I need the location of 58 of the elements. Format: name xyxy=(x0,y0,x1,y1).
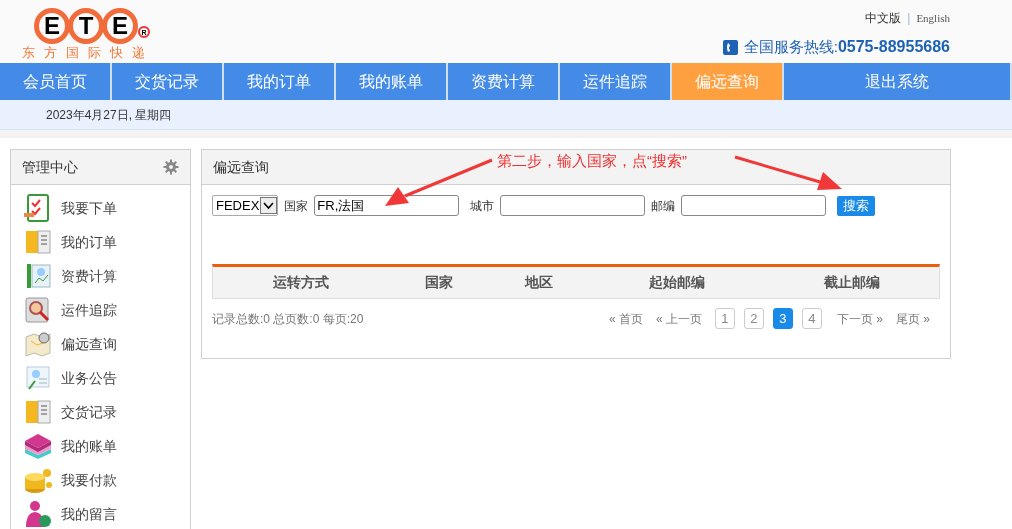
column-header: 运转方式 xyxy=(272,273,330,292)
carrier-select[interactable]: FEDEX xyxy=(212,195,279,216)
first-page-link[interactable]: « 首页 xyxy=(608,309,643,328)
annotation-text: 第二步，输入国家，点“搜索” xyxy=(497,151,687,171)
city-label: 城市 xyxy=(470,197,495,215)
logo-tagline-char: 东 xyxy=(22,46,35,59)
previous-page-link[interactable]: « 上一页 xyxy=(655,309,702,328)
sidebar-item[interactable]: 我要付款 xyxy=(23,465,190,495)
language-link[interactable]: English xyxy=(916,9,950,27)
sidebar-item[interactable]: 偏远查询 xyxy=(23,329,190,359)
country-field[interactable]: FR,法国 xyxy=(314,195,460,216)
book-icon xyxy=(23,397,53,427)
logo-letter: E xyxy=(34,8,70,44)
last-page-link[interactable]: 尾页 » xyxy=(896,309,930,328)
country-label: 国家 xyxy=(284,197,309,215)
page-button[interactable]: 2 xyxy=(743,308,764,329)
sidebar-item[interactable]: 我要下单 xyxy=(23,193,190,223)
zip-field[interactable] xyxy=(681,195,827,216)
page-button[interactable]: 1 xyxy=(714,308,735,329)
map-icon xyxy=(23,329,53,359)
book-icon xyxy=(23,227,53,257)
logo-tagline-char: 国 xyxy=(66,46,79,59)
language-link[interactable]: 中文版 xyxy=(865,9,902,27)
city-field[interactable] xyxy=(500,195,646,216)
zip-label: 邮编 xyxy=(651,197,676,215)
separator: | xyxy=(907,10,911,27)
sidebar-title: 管理中心 xyxy=(22,157,78,177)
logo-tagline-char: 快 xyxy=(110,46,123,59)
search-button[interactable]: 搜索 xyxy=(837,195,876,216)
sidebar-item[interactable]: 我的留言 xyxy=(23,499,190,529)
stack-icon xyxy=(23,431,53,461)
person-icon xyxy=(23,499,53,529)
panel-title: 偏远查询 xyxy=(213,157,269,177)
column-header: 起始邮编 xyxy=(648,273,706,292)
logo-letter: E xyxy=(102,8,138,44)
column-header: 国家 xyxy=(424,273,454,292)
sidebar-item[interactable]: 业务公告 xyxy=(23,363,190,393)
sidebar-item[interactable]: 资费计算 xyxy=(23,261,190,291)
phone-icon xyxy=(722,39,738,55)
hotline-number: 0575-88955686 xyxy=(837,37,950,57)
next-page-link[interactable]: 下一页 » xyxy=(836,309,883,328)
logo-letter: T xyxy=(68,8,104,44)
hotline-label: 全国服务热线: xyxy=(743,36,838,57)
sidebar-item[interactable]: 交货记录 xyxy=(23,397,190,427)
date-text: 2023年4月27日, 星期四 xyxy=(46,106,172,124)
column-header: 截止邮编 xyxy=(823,273,881,292)
sidebar-item[interactable]: 运件追踪 xyxy=(23,295,190,325)
page-button[interactable]: 4 xyxy=(801,308,822,329)
column-header: 地区 xyxy=(523,273,554,292)
page-button[interactable]: 3 xyxy=(772,308,793,329)
sidebar-item[interactable]: 我的账单 xyxy=(23,431,190,461)
settings-icon xyxy=(163,159,179,175)
dropdown-icon xyxy=(260,197,278,214)
record-summary: 记录总数:0 总页数:0 每页:20 xyxy=(212,310,364,328)
logo-tagline-char: 际 xyxy=(88,46,101,59)
logo-tagline-char: 方 xyxy=(44,46,57,59)
sidebar-item[interactable]: 我的订单 xyxy=(23,227,190,257)
logo-tagline-char: 递 xyxy=(132,46,145,59)
